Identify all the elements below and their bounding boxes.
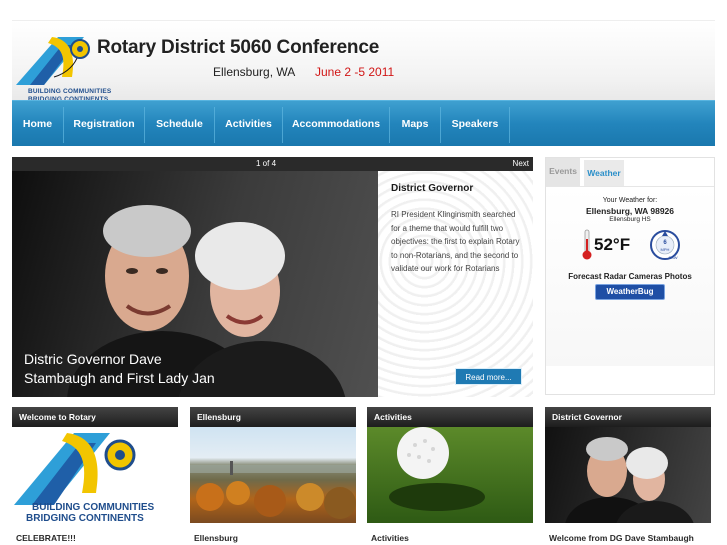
nav-schedule[interactable]: Schedule xyxy=(145,101,214,147)
slide-text-panel: District Governor RI President Klinginsm… xyxy=(378,171,533,397)
site-title: Rotary District 5060 Conference xyxy=(97,37,380,58)
wind-compass-icon: 6 MPH SSW xyxy=(650,230,680,260)
weatherbug-logo[interactable]: WeatherBug xyxy=(595,284,665,300)
ellensburg-photo[interactable] xyxy=(190,427,356,523)
tab-weather[interactable]: Weather xyxy=(584,158,624,186)
slide-next-button[interactable]: Next xyxy=(513,157,529,171)
nav-accommodations[interactable]: Accommodations xyxy=(283,101,389,147)
column-heading-welcome[interactable]: Welcome to Rotary xyxy=(12,407,178,427)
nav-maps[interactable]: Maps xyxy=(390,101,440,147)
main-nav: Home Registration Schedule Activities Ac… xyxy=(12,100,715,146)
weather-station: Ellensburg HS xyxy=(609,216,651,223)
column-heading-activities[interactable]: Activities xyxy=(367,407,533,427)
weather-label: Your Weather for: xyxy=(602,197,658,204)
golf-ball-photo[interactable] xyxy=(367,427,533,523)
rotary-logo-large: BUILDING COMMUNITIES BRIDGING CONTINENTS xyxy=(14,433,155,523)
column-footer-activities[interactable]: Activities xyxy=(371,533,409,543)
wind-direction: SSW xyxy=(668,255,677,260)
nav-home[interactable]: Home xyxy=(12,101,63,147)
column-footer-district-governor[interactable]: Welcome from DG Dave Stambaugh xyxy=(549,533,694,543)
town-scene xyxy=(190,461,356,519)
couple-thumbnail xyxy=(565,437,694,523)
weather-temperature: 52°F xyxy=(594,235,631,254)
thermometer-icon xyxy=(582,229,592,260)
nav-registration[interactable]: Registration xyxy=(64,101,144,147)
page: BUILDING COMMUNITIES BRIDGING CONTINENTS… xyxy=(0,0,727,545)
read-more-button[interactable]: Read more... xyxy=(455,368,522,385)
wind-unit: MPH xyxy=(661,247,670,252)
weather-location[interactable]: Ellensburg, WA 98926 xyxy=(546,206,714,216)
site-dates: June 2 -5 2011 xyxy=(315,65,395,79)
column-heading-district-governor[interactable]: District Governor xyxy=(545,407,711,427)
weather-panel: Your Weather for: Ellensburg, WA 98926 E… xyxy=(546,186,714,366)
welcome-logo-tagline-1: BUILDING COMMUNITIES xyxy=(32,502,155,513)
slide-caption-line-1: Distric Governor Dave xyxy=(24,351,162,367)
tab-events[interactable]: Events xyxy=(546,158,580,186)
nav-activities[interactable]: Activities xyxy=(215,101,282,147)
slide-heading: District Governor xyxy=(391,183,474,194)
column-footer-welcome[interactable]: CELEBRATE!!! xyxy=(16,533,76,543)
logo-tagline-1: BUILDING COMMUNITIES xyxy=(28,88,112,95)
slide-caption: Distric Governor Dave Stambaugh and Firs… xyxy=(24,350,364,388)
weather-links[interactable]: Forecast Radar Cameras Photos xyxy=(546,272,714,281)
nav-separator xyxy=(509,107,510,143)
weather-widget: Events Weather Your Weather for: Ellensb… xyxy=(545,157,715,395)
slide-text: RI President Klinginsmith searched for a… xyxy=(391,210,520,273)
column-heading-ellensburg[interactable]: Ellensburg xyxy=(190,407,356,427)
slide-caption-line-2: Stambaugh and First Lady Jan xyxy=(24,370,215,386)
golf-scene xyxy=(389,427,485,511)
column-footer-ellensburg[interactable]: Ellensburg xyxy=(194,533,238,543)
welcome-logo-tagline-2: BRIDGING CONTINENTS xyxy=(26,513,144,523)
site-header: BUILDING COMMUNITIES BRIDGING CONTINENTS… xyxy=(12,20,715,103)
nav-speakers[interactable]: Speakers xyxy=(441,101,509,147)
widget-tabs: Events Weather xyxy=(546,158,714,186)
district-governor-photo[interactable] xyxy=(545,427,711,523)
site-location: Ellensburg, WA xyxy=(213,65,296,79)
slideshow-bar: 1 of 4 Next xyxy=(12,157,533,171)
slide-counter: 1 of 4 xyxy=(256,159,277,168)
welcome-logo-image[interactable]: BUILDING COMMUNITIES BRIDGING CONTINENTS xyxy=(12,427,178,523)
